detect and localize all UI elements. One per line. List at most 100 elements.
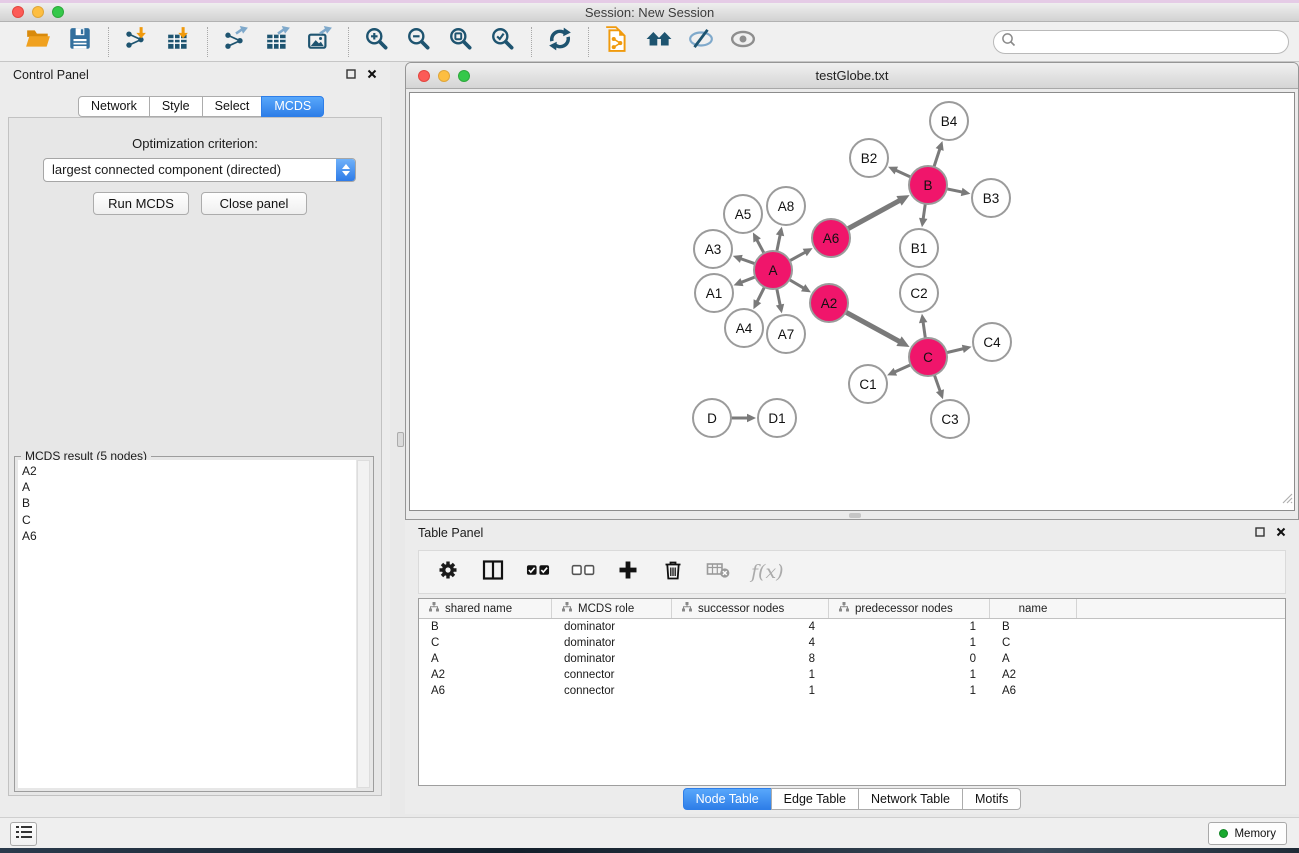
sort-icon <box>839 602 849 615</box>
column-header-MCDS-role[interactable]: MCDS role <box>552 599 672 618</box>
network-graph[interactable]: A A1 A2 A3 A4 A5 A6 A7 A8 B B1 B2 B3 B4 C C1 C2 C3 C4 D D1 <box>410 93 1296 514</box>
mcds-result-item[interactable]: C <box>22 512 356 528</box>
tab-select[interactable]: Select <box>202 96 263 117</box>
edge-arrowhead <box>776 227 784 237</box>
column-header-predecessor-nodes[interactable]: predecessor nodes <box>829 599 990 618</box>
run-mcds-button[interactable]: Run MCDS <box>93 192 189 215</box>
optimization-criterion-select[interactable]: largest connected component (directed) <box>43 158 356 182</box>
refresh-button[interactable] <box>545 27 575 57</box>
import-table-button[interactable] <box>164 27 194 57</box>
float-panel-icon[interactable] <box>1255 526 1265 540</box>
search-icon <box>1001 32 1016 52</box>
graph-node-C4[interactable]: C4 <box>973 323 1011 361</box>
plus-button[interactable] <box>616 558 640 587</box>
eye-icon <box>730 26 756 57</box>
graph-node-D[interactable]: D <box>693 399 731 437</box>
table-row[interactable]: Adominator80A <box>419 651 1285 667</box>
column-header-successor-nodes[interactable]: successor nodes <box>672 599 829 618</box>
zoom-selected-button[interactable] <box>488 27 518 57</box>
mcds-result-item[interactable]: A6 <box>22 528 356 544</box>
export-image-button[interactable] <box>305 27 335 57</box>
tab-style[interactable]: Style <box>149 96 203 117</box>
svg-text:C: C <box>923 350 933 365</box>
zoom-out-button[interactable] <box>404 27 434 57</box>
graph-node-A3[interactable]: A3 <box>694 230 732 268</box>
import-network-button[interactable] <box>122 27 152 57</box>
zoom-fit-button[interactable] <box>446 27 476 57</box>
table-row[interactable]: A6connector11A6 <box>419 683 1285 699</box>
tab-network-table[interactable]: Network Table <box>858 788 963 810</box>
node-table[interactable]: shared name MCDS role successor nodes prede… <box>418 598 1286 786</box>
network-hscrollbar-thumb[interactable] <box>849 513 861 518</box>
svg-text:B: B <box>923 178 932 193</box>
close-panel-icon[interactable] <box>1276 526 1286 540</box>
tab-network[interactable]: Network <box>78 96 150 117</box>
close-panel-button[interactable]: Close panel <box>201 192 307 215</box>
graph-node-C1[interactable]: C1 <box>849 365 887 403</box>
column-header-label: successor nodes <box>698 603 784 615</box>
table-row[interactable]: A2connector11A2 <box>419 667 1285 683</box>
graph-node-A5[interactable]: A5 <box>724 195 762 233</box>
mcds-result-item[interactable]: A <box>22 479 356 495</box>
open-button[interactable] <box>23 27 53 57</box>
memory-button[interactable]: Memory <box>1208 822 1287 845</box>
mcds-result-item[interactable]: A2 <box>22 463 356 479</box>
graph-node-B2[interactable]: B2 <box>850 139 888 177</box>
network-file-button[interactable] <box>602 27 632 57</box>
graph-node-A[interactable]: A <box>754 251 792 289</box>
column-header-name[interactable]: name <box>990 599 1077 618</box>
network-canvas[interactable]: A A1 A2 A3 A4 A5 A6 A7 A8 B B1 B2 B3 B4 C C1 C2 C3 C4 D D1 <box>409 92 1295 511</box>
graph-node-C2[interactable]: C2 <box>900 274 938 312</box>
graph-node-B1[interactable]: B1 <box>900 229 938 267</box>
network-file-icon <box>604 26 630 57</box>
graph-node-D1[interactable]: D1 <box>758 399 796 437</box>
column-header-shared-name[interactable]: shared name <box>419 599 552 618</box>
eye-hide-button[interactable] <box>686 27 716 57</box>
table-cell: 1 <box>672 669 829 681</box>
fx-button[interactable]: f(x) <box>751 561 784 583</box>
show-panels-button[interactable] <box>10 822 37 846</box>
graph-node-B[interactable]: B <box>909 166 947 204</box>
table-x-button[interactable] <box>706 558 730 587</box>
zoom-in-button[interactable] <box>362 27 392 57</box>
graph-node-A4[interactable]: A4 <box>725 309 763 347</box>
edge-arrowhead <box>919 218 927 228</box>
float-panel-icon[interactable] <box>346 68 356 82</box>
graph-node-A8[interactable]: A8 <box>767 187 805 225</box>
graph-node-A6[interactable]: A6 <box>812 219 850 257</box>
export-table-button[interactable] <box>263 27 293 57</box>
trash-button[interactable] <box>661 558 685 587</box>
table-cell: dominator <box>552 653 672 665</box>
mcds-result-list[interactable]: A2ABCA6 <box>18 460 356 788</box>
table-row[interactable]: Bdominator41B <box>419 619 1285 635</box>
columns-button[interactable] <box>481 558 505 587</box>
graph-node-A1[interactable]: A1 <box>695 274 733 312</box>
close-panel-icon[interactable] <box>367 68 377 82</box>
gear-button[interactable] <box>436 558 460 587</box>
search-input[interactable] <box>1016 33 1288 51</box>
graph-node-C[interactable]: C <box>909 338 947 376</box>
graph-node-A2[interactable]: A2 <box>810 284 848 322</box>
column-header-label: shared name <box>445 603 512 615</box>
graph-node-A7[interactable]: A7 <box>767 315 805 353</box>
tab-node-table[interactable]: Node Table <box>683 788 772 810</box>
check-pair-button[interactable] <box>526 558 550 587</box>
mcds-result-scrollbar[interactable] <box>357 460 370 788</box>
tab-mcds[interactable]: MCDS <box>261 96 324 117</box>
resize-grip-icon[interactable] <box>1281 491 1293 509</box>
graph-node-B4[interactable]: B4 <box>930 102 968 140</box>
graph-node-C3[interactable]: C3 <box>931 400 969 438</box>
export-network-button[interactable] <box>221 27 251 57</box>
tab-motifs[interactable]: Motifs <box>962 788 1021 810</box>
mcds-result-item[interactable]: B <box>22 495 356 511</box>
graph-node-B3[interactable]: B3 <box>972 179 1010 217</box>
eye-button[interactable] <box>728 27 758 57</box>
table-panel: Table Panel f(x) shared nameMCDS rolesuc… <box>405 520 1299 814</box>
save-button[interactable] <box>65 27 95 57</box>
homes-button[interactable] <box>644 27 674 57</box>
desktop-wallpaper-strip <box>0 848 1299 853</box>
uncheck-pair-button[interactable] <box>571 558 595 587</box>
split-divider-handle[interactable] <box>397 432 404 447</box>
tab-edge-table[interactable]: Edge Table <box>771 788 859 810</box>
table-row[interactable]: Cdominator41C <box>419 635 1285 651</box>
